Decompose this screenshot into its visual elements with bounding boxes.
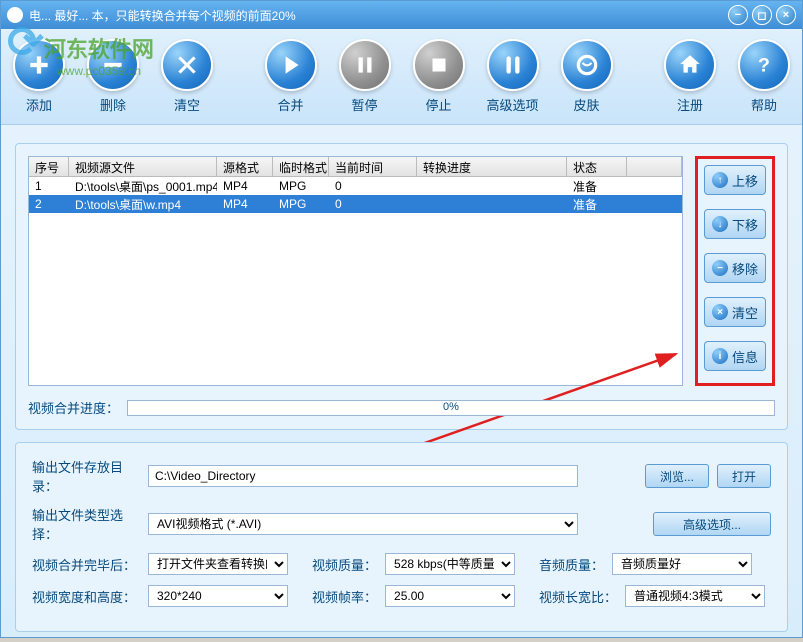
col-srcfmt[interactable]: 源格式 [217,157,273,176]
move-up-button[interactable]: ↑上移 [704,165,766,195]
arrow-down-icon: ↓ [712,216,728,232]
side-buttons: ↑上移 ↓下移 −移除 ×清空 i信息 [695,156,775,386]
remove-button[interactable]: −移除 [704,253,766,283]
outtype-label: 输出文件类型选择： [32,505,140,543]
minus-icon: − [712,260,728,276]
merge-progress: 视频合并进度： 0% [28,398,775,417]
app-window: ⟳河东软件网 www.pc0359.cn 电... 最好... 本，只能转换合并… [0,0,803,638]
sliders-icon [500,52,526,78]
fps-label: 视频帧率： [312,587,377,606]
help-button[interactable]: ? 帮助 [738,39,790,114]
list-panel: 序号 视频源文件 源格式 临时格式 当前时间 转换进度 状态 1 D:\tool… [15,143,788,430]
stop-icon [426,52,452,78]
delete-button[interactable]: 删除 [87,39,139,114]
info-button[interactable]: i信息 [704,341,766,371]
after-select[interactable]: 打开文件夹查看转换的 [148,553,288,575]
ratio-label: 视频长宽比： [539,587,617,606]
x-icon: × [712,304,728,320]
toolbar: 添加 删除 清空 合并 暂停 停止 高级选项 皮肤 [1,29,802,125]
minus-icon [100,52,126,78]
outdir-label: 输出文件存放目录： [32,457,140,495]
minimize-button[interactable]: − [728,5,748,25]
clear-button[interactable]: 清空 [161,39,213,114]
titlebar: 电... 最好... 本，只能转换合并每个视频的前面20% − ◻ × [1,1,802,29]
table-row[interactable]: 1 D:\tools\桌面\ps_0001.mp4 MP4 MPG 0 准备 [29,177,682,195]
size-label: 视频宽度和高度： [32,587,140,606]
merge-button[interactable]: 合并 [265,39,317,114]
vq-select[interactable]: 528 kbps(中等质量) [385,553,515,575]
fps-select[interactable]: 25.00 [385,585,515,607]
settings-panel: 输出文件存放目录： 浏览... 打开 输出文件类型选择： AVI视频格式 (*.… [15,442,788,632]
col-file[interactable]: 视频源文件 [69,157,217,176]
pause-button[interactable]: 暂停 [339,39,391,114]
info-icon: i [712,348,728,364]
after-label: 视频合并完毕后： [32,555,140,574]
outtype-select[interactable]: AVI视频格式 (*.AVI) [148,513,578,535]
x-icon [174,52,200,78]
aq-label: 音频质量： [539,555,604,574]
table-row[interactable]: 2 D:\tools\桌面\w.mp4 MP4 MPG 0 准备 [29,195,682,213]
move-down-button[interactable]: ↓下移 [704,209,766,239]
table-header: 序号 视频源文件 源格式 临时格式 当前时间 转换进度 状态 [29,157,682,177]
progress-bar: 0% [127,400,775,416]
file-table[interactable]: 序号 视频源文件 源格式 临时格式 当前时间 转换进度 状态 1 D:\tool… [28,156,683,386]
vq-label: 视频质量： [312,555,377,574]
arrow-up-icon: ↑ [712,172,728,188]
maximize-button[interactable]: ◻ [752,5,772,25]
stop-button[interactable]: 停止 [413,39,465,114]
progress-label: 视频合并进度： [28,398,119,417]
size-select[interactable]: 320*240 [148,585,288,607]
outdir-input[interactable] [148,465,578,487]
app-icon [7,7,23,23]
adv-opts-button[interactable]: 高级选项... [653,512,771,536]
aq-select[interactable]: 音频质量好 [612,553,752,575]
col-num[interactable]: 序号 [29,157,69,176]
skin-icon [574,52,600,78]
browse-button[interactable]: 浏览... [645,464,709,488]
titlebar-text: 电... 最好... 本，只能转换合并每个视频的前面20% [29,7,728,24]
close-button[interactable]: × [776,5,796,25]
question-icon: ? [751,52,777,78]
add-button[interactable]: 添加 [13,39,65,114]
pause-icon [352,52,378,78]
plus-icon [26,52,52,78]
clear-side-button[interactable]: ×清空 [704,297,766,327]
open-button[interactable]: 打开 [717,464,771,488]
col-tmpfmt[interactable]: 临时格式 [273,157,329,176]
svg-text:?: ? [758,55,770,77]
skin-button[interactable]: 皮肤 [561,39,613,114]
advanced-button[interactable]: 高级选项 [487,39,539,114]
col-progress[interactable]: 转换进度 [417,157,567,176]
col-status[interactable]: 状态 [567,157,627,176]
col-time[interactable]: 当前时间 [329,157,417,176]
register-button[interactable]: 注册 [664,39,716,114]
play-icon [278,52,304,78]
ratio-select[interactable]: 普通视频4:3模式 [625,585,765,607]
home-icon [677,52,703,78]
